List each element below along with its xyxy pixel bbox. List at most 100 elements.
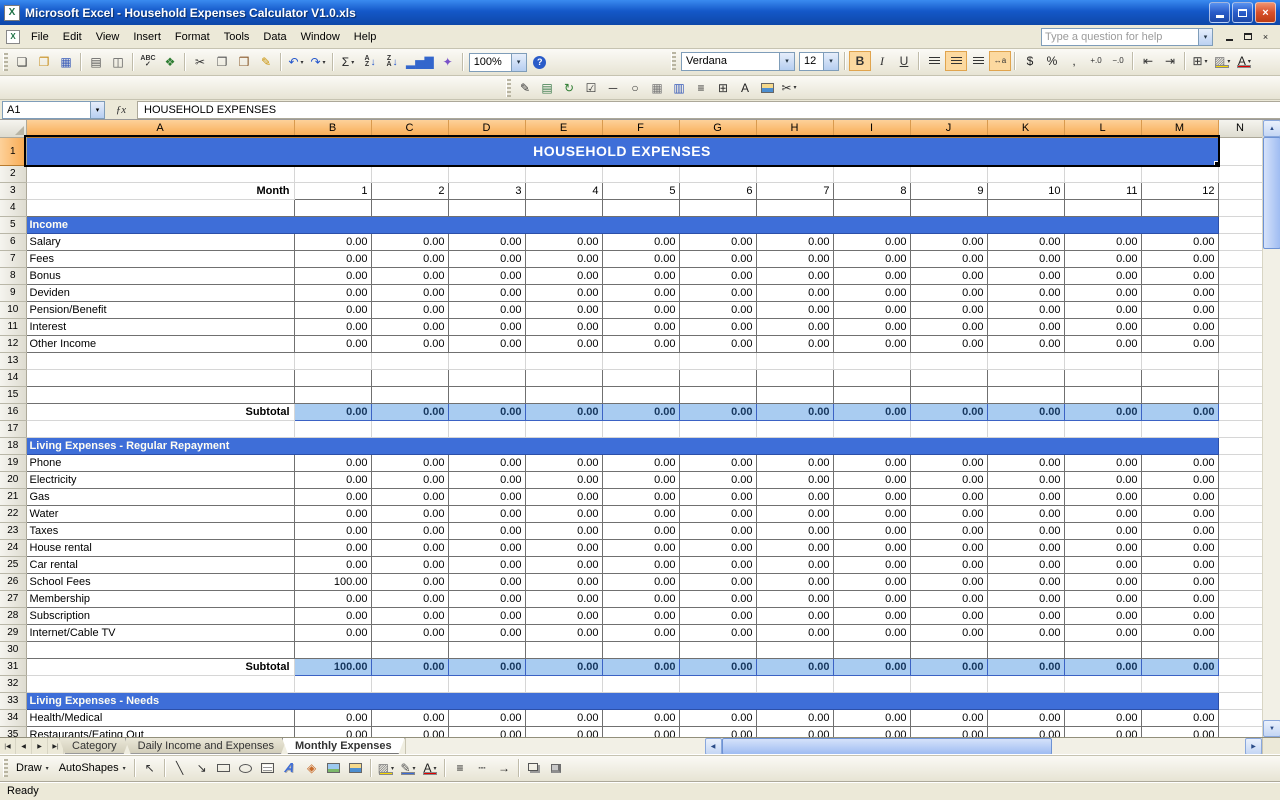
cell-L34[interactable]: 0.00 bbox=[1064, 709, 1141, 726]
cell-J15[interactable] bbox=[910, 386, 987, 403]
cell-H7[interactable]: 0.00 bbox=[756, 250, 833, 267]
cell-I17[interactable] bbox=[833, 420, 910, 437]
cell-J6[interactable]: 0.00 bbox=[910, 233, 987, 250]
cell-C34[interactable]: 0.00 bbox=[371, 709, 448, 726]
cell-A4[interactable] bbox=[26, 199, 294, 216]
horizontal-scrollbar[interactable]: ◀ ▶ bbox=[705, 738, 1262, 755]
arrow-style-button[interactable]: → bbox=[493, 758, 515, 778]
cell-K17[interactable] bbox=[987, 420, 1064, 437]
name-box[interactable]: A1 ▾ bbox=[2, 101, 105, 119]
cell-I16[interactable]: 0.00 bbox=[833, 403, 910, 420]
insert-function-button[interactable]: ƒx bbox=[108, 101, 134, 119]
cell-N29[interactable] bbox=[1218, 624, 1262, 641]
cell-F20[interactable]: 0.00 bbox=[602, 471, 679, 488]
cell-H35[interactable]: 0.00 bbox=[756, 726, 833, 737]
cell-C3[interactable]: 2 bbox=[371, 182, 448, 199]
cell-B25[interactable]: 0.00 bbox=[294, 556, 371, 573]
cell-J29[interactable]: 0.00 bbox=[910, 624, 987, 641]
cell-A20[interactable]: Electricity bbox=[26, 471, 294, 488]
cell-N18[interactable] bbox=[1218, 437, 1262, 454]
cell-D30[interactable] bbox=[448, 641, 525, 658]
cell-B17[interactable] bbox=[294, 420, 371, 437]
cell-C8[interactable]: 0.00 bbox=[371, 267, 448, 284]
cell-D32[interactable] bbox=[448, 675, 525, 692]
row-header-23[interactable]: 23 bbox=[0, 522, 26, 539]
previous-sheet-button[interactable]: ◀ bbox=[16, 738, 32, 755]
cell-K31[interactable]: 0.00 bbox=[987, 658, 1064, 675]
cell-F30[interactable] bbox=[602, 641, 679, 658]
cell-A8[interactable]: Bonus bbox=[26, 267, 294, 284]
menu-edit[interactable]: Edit bbox=[56, 28, 89, 46]
cell-N30[interactable] bbox=[1218, 641, 1262, 658]
cell-G20[interactable]: 0.00 bbox=[679, 471, 756, 488]
cell-D25[interactable]: 0.00 bbox=[448, 556, 525, 573]
borders-button[interactable]: ⊞▾ bbox=[1189, 51, 1211, 71]
cell-A10[interactable]: Pension/Benefit bbox=[26, 301, 294, 318]
cell-K19[interactable]: 0.00 bbox=[987, 454, 1064, 471]
cell-A18[interactable]: Living Expenses - Regular Repayment bbox=[26, 437, 1218, 454]
cell-G9[interactable]: 0.00 bbox=[679, 284, 756, 301]
cell-N8[interactable] bbox=[1218, 267, 1262, 284]
cell-D27[interactable]: 0.00 bbox=[448, 590, 525, 607]
cell-N13[interactable] bbox=[1218, 352, 1262, 369]
cell-M25[interactable]: 0.00 bbox=[1141, 556, 1218, 573]
cell-B23[interactable]: 0.00 bbox=[294, 522, 371, 539]
cell-B35[interactable]: 0.00 bbox=[294, 726, 371, 737]
cell-F6[interactable]: 0.00 bbox=[602, 233, 679, 250]
cut-button[interactable]: ✂ bbox=[189, 52, 211, 72]
cell-N11[interactable] bbox=[1218, 318, 1262, 335]
cell-E4[interactable] bbox=[525, 199, 602, 216]
cell-J25[interactable]: 0.00 bbox=[910, 556, 987, 573]
cell-B12[interactable]: 0.00 bbox=[294, 335, 371, 352]
cell-J28[interactable]: 0.00 bbox=[910, 607, 987, 624]
row-header-5[interactable]: 5 bbox=[0, 216, 26, 233]
cell-L20[interactable]: 0.00 bbox=[1064, 471, 1141, 488]
sheet-tab-monthly-expenses[interactable]: Monthly Expenses bbox=[282, 738, 405, 754]
cell-H14[interactable] bbox=[756, 369, 833, 386]
cell-G6[interactable]: 0.00 bbox=[679, 233, 756, 250]
menu-window[interactable]: Window bbox=[294, 28, 347, 46]
sort-ascending-button[interactable]: AZ↓ bbox=[359, 52, 381, 72]
cell-J30[interactable] bbox=[910, 641, 987, 658]
cell-G28[interactable]: 0.00 bbox=[679, 607, 756, 624]
cell-J7[interactable]: 0.00 bbox=[910, 250, 987, 267]
align-left-button[interactable] bbox=[923, 51, 945, 71]
dropdown-arrow-icon[interactable]: ▾ bbox=[413, 765, 416, 772]
cell-H22[interactable]: 0.00 bbox=[756, 505, 833, 522]
column-header-I[interactable]: I bbox=[833, 120, 910, 137]
cell-E13[interactable] bbox=[525, 352, 602, 369]
row-header-12[interactable]: 12 bbox=[0, 335, 26, 352]
cell-H17[interactable] bbox=[756, 420, 833, 437]
cell-I15[interactable] bbox=[833, 386, 910, 403]
toolbar-grip[interactable] bbox=[671, 52, 676, 70]
cell-E6[interactable]: 0.00 bbox=[525, 233, 602, 250]
cell-B34[interactable]: 0.00 bbox=[294, 709, 371, 726]
cell-K29[interactable]: 0.00 bbox=[987, 624, 1064, 641]
cell-G32[interactable] bbox=[679, 675, 756, 692]
cell-K6[interactable]: 0.00 bbox=[987, 233, 1064, 250]
dropdown-arrow-icon[interactable]: ▾ bbox=[794, 84, 797, 91]
cell-A12[interactable]: Other Income bbox=[26, 335, 294, 352]
merge-cells-tool-button[interactable]: ⊞ bbox=[712, 78, 734, 98]
cell-N26[interactable] bbox=[1218, 573, 1262, 590]
cell-E10[interactable]: 0.00 bbox=[525, 301, 602, 318]
cell-F14[interactable] bbox=[602, 369, 679, 386]
cut-cells-button[interactable]: ✂▾ bbox=[778, 78, 800, 98]
cell-K32[interactable] bbox=[987, 675, 1064, 692]
close-button[interactable]: × bbox=[1255, 2, 1276, 23]
cell-I8[interactable]: 0.00 bbox=[833, 267, 910, 284]
cell-N20[interactable] bbox=[1218, 471, 1262, 488]
clip-art-tool-button[interactable] bbox=[323, 758, 345, 778]
cell-I24[interactable]: 0.00 bbox=[833, 539, 910, 556]
vertical-scroll-track[interactable] bbox=[1263, 137, 1280, 720]
cell-E14[interactable] bbox=[525, 369, 602, 386]
scroll-up-button[interactable]: ▲ bbox=[1263, 120, 1280, 137]
cell-J21[interactable]: 0.00 bbox=[910, 488, 987, 505]
cell-K34[interactable]: 0.00 bbox=[987, 709, 1064, 726]
dropdown-arrow-icon[interactable]: ▾ bbox=[823, 53, 838, 70]
cell-M32[interactable] bbox=[1141, 675, 1218, 692]
cell-N28[interactable] bbox=[1218, 607, 1262, 624]
cell-F23[interactable]: 0.00 bbox=[602, 522, 679, 539]
row-header-30[interactable]: 30 bbox=[0, 641, 26, 658]
cell-A28[interactable]: Subscription bbox=[26, 607, 294, 624]
